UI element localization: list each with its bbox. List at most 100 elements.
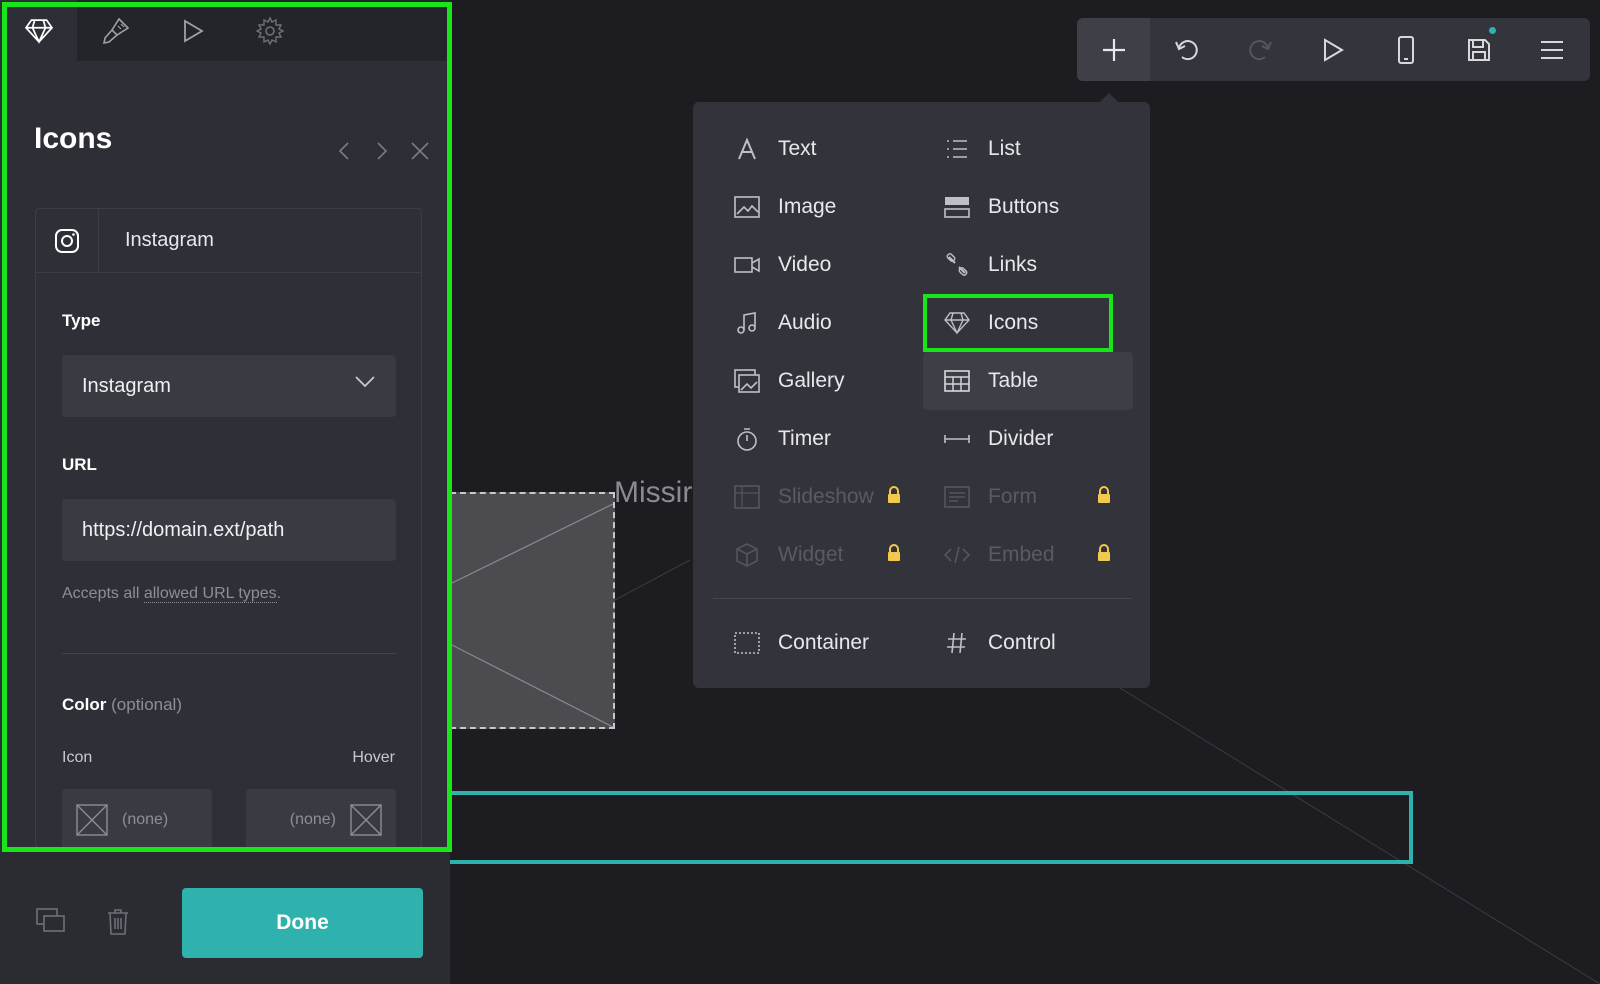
next-button[interactable]: [372, 141, 392, 161]
lock-icon: [888, 544, 900, 561]
tab-animation[interactable]: [154, 0, 231, 61]
undo-button[interactable]: [1150, 18, 1223, 81]
list-icon: [947, 140, 967, 158]
done-button[interactable]: Done: [182, 888, 423, 958]
menu-item-video[interactable]: Video: [713, 236, 923, 294]
menu-item-widget[interactable]: Widget: [713, 526, 923, 584]
menu-item-slideshow[interactable]: Slideshow: [713, 468, 923, 526]
menu-item-image[interactable]: Image: [713, 178, 923, 236]
section-divider: [62, 653, 396, 654]
lock-icon: [1098, 486, 1110, 503]
hover-color-label: Hover: [352, 749, 395, 766]
color-label: Color (optional): [62, 695, 182, 715]
menu-item-gallery[interactable]: Gallery: [713, 352, 923, 410]
menu-item-divider[interactable]: Divider: [923, 410, 1133, 468]
divider-icon: [944, 435, 970, 443]
menu-item-label: Embed: [988, 543, 1055, 566]
panel-nav: [334, 141, 430, 161]
unsaved-indicator: [1489, 27, 1496, 34]
icon-color-picker[interactable]: (none): [62, 789, 212, 851]
container-icon: [734, 632, 760, 654]
gem-icon: [24, 18, 53, 44]
menu-item-links[interactable]: Links: [923, 236, 1133, 294]
table-icon: [944, 370, 970, 392]
preview-button[interactable]: [1296, 18, 1369, 81]
menu-item-audio[interactable]: Audio: [713, 294, 923, 352]
menu-item-container[interactable]: Container: [713, 614, 923, 672]
menu-item-label: Image: [778, 195, 837, 218]
tab-settings[interactable]: [231, 0, 308, 61]
icon-item-card: Instagram Type Instagram URL Accepts all…: [35, 208, 422, 851]
code-icon: [944, 546, 970, 564]
menu-item-label: Icons: [988, 311, 1039, 334]
menu-item-control[interactable]: Control: [923, 614, 1133, 672]
tab-style[interactable]: [77, 0, 154, 61]
menu-item-table[interactable]: Table: [923, 352, 1133, 410]
duplicate-button[interactable]: [36, 908, 66, 939]
url-input[interactable]: [62, 499, 396, 561]
add-element-button[interactable]: [1077, 18, 1150, 81]
properties-panel: Icons Instagram Type Instagram URL Accep…: [0, 0, 452, 984]
icon-color-value: (none): [122, 811, 169, 828]
undo-icon: [1174, 39, 1198, 60]
color-label-text: Color: [62, 695, 107, 714]
close-button[interactable]: [410, 141, 430, 161]
broken-image-icon: [450, 503, 613, 727]
icon-color-label: Icon: [62, 749, 93, 766]
menu-item-timer[interactable]: Timer: [713, 410, 923, 468]
menu-separator: [713, 598, 1132, 599]
delete-button[interactable]: [106, 908, 130, 941]
menu-item-list[interactable]: List: [923, 120, 1133, 178]
hash-icon: [947, 632, 966, 654]
menu-item-label: List: [988, 137, 1021, 160]
mobile-view-button[interactable]: [1369, 18, 1442, 81]
menu-item-label: Text: [778, 137, 817, 160]
previous-button[interactable]: [334, 141, 354, 161]
lock-icon: [1098, 544, 1110, 561]
url-label: URL: [62, 455, 97, 474]
menu-caret: [1099, 93, 1119, 103]
menu-item-label: Gallery: [778, 369, 845, 392]
menu-item-buttons[interactable]: Buttons: [923, 178, 1133, 236]
timer-icon: [737, 428, 757, 451]
menu-item-label: Container: [778, 631, 870, 654]
menu-item-label: Video: [778, 253, 832, 276]
tab-content[interactable]: [0, 0, 77, 61]
type-select[interactable]: Instagram: [62, 355, 396, 417]
icon-item-label: Instagram: [125, 229, 214, 251]
url-help-text: Accepts all allowed URL types.: [62, 585, 281, 603]
buttons-icon: [944, 197, 970, 218]
top-toolbar: [1077, 18, 1590, 81]
type-label: Type: [62, 311, 101, 330]
chevron-right-icon: [377, 142, 388, 160]
save-icon: [1467, 38, 1490, 61]
hover-color-picker[interactable]: (none): [246, 789, 396, 851]
icon-item-header[interactable]: Instagram: [36, 208, 421, 273]
gallery-icon: [734, 369, 760, 393]
optional-label: (optional): [111, 695, 182, 714]
video-icon: [734, 257, 760, 273]
gem-icon: [944, 312, 970, 335]
save-button[interactable]: [1442, 18, 1515, 81]
menu-item-label: Control: [988, 631, 1056, 654]
allowed-url-types-link[interactable]: allowed URL types: [143, 585, 277, 603]
menu-item-label: Divider: [988, 427, 1054, 450]
menu-item-text[interactable]: Text: [713, 120, 923, 178]
redo-button[interactable]: [1223, 18, 1296, 81]
gear-icon: [254, 15, 285, 46]
chevron-left-icon: [338, 142, 349, 160]
menu-item-form[interactable]: Form: [923, 468, 1133, 526]
selected-element-outline[interactable]: [450, 791, 1413, 864]
missing-image-placeholder[interactable]: [450, 492, 615, 729]
menu-item-label: Timer: [778, 427, 831, 450]
image-icon: [734, 196, 760, 218]
main-menu-button[interactable]: [1515, 18, 1588, 81]
menu-item-icons[interactable]: Icons: [923, 294, 1113, 352]
no-color-icon: [350, 804, 382, 836]
menu-item-embed[interactable]: Embed: [923, 526, 1133, 584]
add-element-menu: Text Image Video Audio Gallery Timer Sli…: [693, 93, 1150, 688]
menu-item-label: Table: [988, 369, 1039, 392]
redo-icon: [1248, 39, 1272, 60]
hamburger-icon: [1540, 40, 1563, 59]
menu-item-label: Audio: [778, 311, 832, 334]
